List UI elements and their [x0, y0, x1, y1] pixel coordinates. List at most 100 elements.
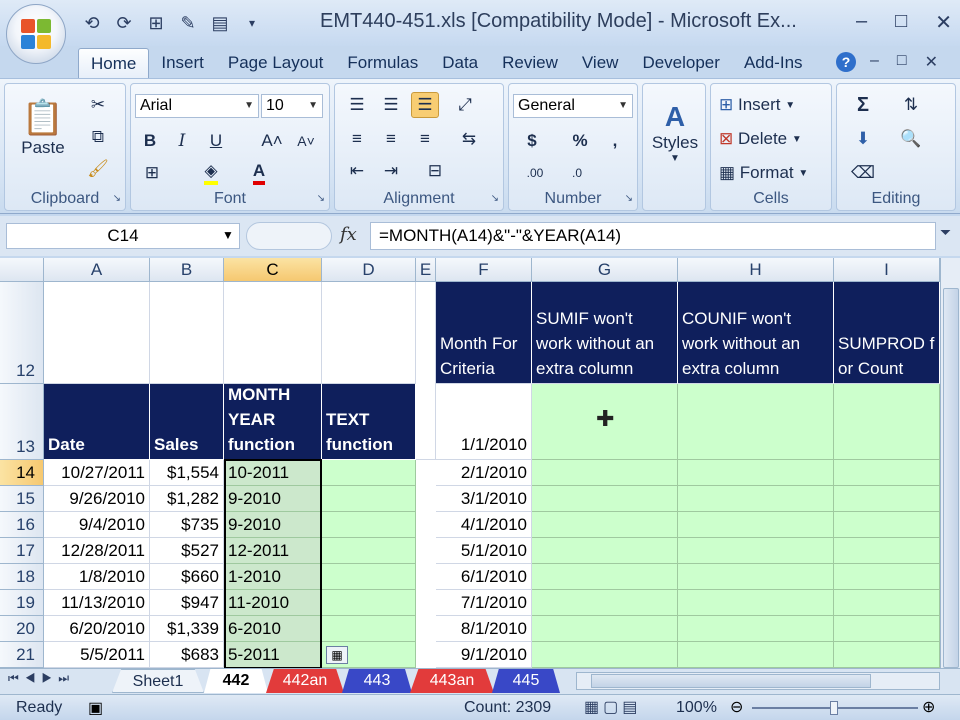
text-function-cell[interactable] — [322, 460, 416, 486]
month-year-cell[interactable]: 6-2010 — [224, 616, 322, 642]
align-middle-icon[interactable]: ☰ — [377, 92, 405, 118]
sumproduct-cell[interactable] — [834, 486, 940, 512]
maximize-button[interactable]: □ — [895, 10, 907, 35]
office-button[interactable] — [6, 4, 66, 64]
criteria-date-cell[interactable]: 6/1/2010 — [436, 564, 532, 590]
criteria-date-cell[interactable]: 7/1/2010 — [436, 590, 532, 616]
format-painter-icon[interactable]: ✎ — [176, 11, 200, 35]
column-header-b[interactable]: B — [150, 258, 224, 282]
cell-b12[interactable] — [150, 282, 224, 384]
hscroll-thumb[interactable] — [591, 674, 871, 688]
countif-cell[interactable] — [678, 590, 834, 616]
row-header-16[interactable]: 16 — [0, 512, 44, 538]
date-cell[interactable]: 9/4/2010 — [44, 512, 150, 538]
countif-cell[interactable] — [678, 512, 834, 538]
tab-review[interactable]: Review — [490, 48, 570, 78]
tab-developer[interactable]: Developer — [630, 48, 732, 78]
sumproduct-cell[interactable] — [834, 616, 940, 642]
expand-formula-icon[interactable]: ⏷ — [940, 224, 951, 241]
countif-cell[interactable] — [678, 564, 834, 590]
countif-cell[interactable] — [678, 616, 834, 642]
cut-icon[interactable]: ✂ — [83, 92, 113, 118]
header-date[interactable]: Date — [44, 384, 150, 460]
zoom-slider-thumb[interactable] — [830, 701, 838, 715]
borders-button[interactable]: ⊞ — [137, 160, 167, 186]
format-cells-button[interactable]: ▦ Format ▼ — [719, 160, 827, 186]
criteria-date-f13[interactable]: 1/1/2010 — [436, 384, 532, 460]
column-header-c[interactable]: C — [224, 258, 322, 282]
sales-cell[interactable]: $947 — [150, 590, 224, 616]
sales-cell[interactable]: $660 — [150, 564, 224, 590]
font-color-button[interactable]: A — [241, 160, 277, 186]
sumproduct-cell[interactable] — [834, 564, 940, 590]
countif-cell[interactable] — [678, 538, 834, 564]
paste-button[interactable]: 📋 Paste — [13, 88, 73, 168]
increase-decimal-button[interactable]: .00 — [517, 160, 553, 186]
row-header-18[interactable]: 18 — [0, 564, 44, 590]
font-size-select[interactable]: 10 ▼ — [261, 94, 323, 118]
borders-icon[interactable]: ⊞ — [144, 11, 168, 35]
form-icon[interactable]: ▤ — [208, 11, 232, 35]
align-right-icon[interactable]: ≡ — [411, 126, 439, 152]
cell-i13[interactable] — [834, 384, 940, 460]
zoom-level[interactable]: 100% — [676, 699, 717, 717]
tab-view[interactable]: View — [570, 48, 631, 78]
styles-button[interactable]: A Styles ▼ — [649, 92, 701, 172]
column-header-i[interactable]: I — [834, 258, 940, 282]
row-header-13[interactable]: 13 — [0, 384, 44, 460]
doc-minimize-button[interactable]: – — [870, 52, 879, 72]
minimize-button[interactable]: – — [856, 10, 867, 35]
cell-d12[interactable] — [322, 282, 416, 384]
sheet-tab-445[interactable]: 445 — [492, 669, 560, 693]
sales-cell[interactable]: $735 — [150, 512, 224, 538]
column-header-f[interactable]: F — [436, 258, 532, 282]
sumproduct-cell[interactable] — [834, 460, 940, 486]
cell-a12[interactable] — [44, 282, 150, 384]
decrease-decimal-button[interactable]: .0 — [559, 160, 595, 186]
header-countif[interactable]: COUNIF won't work without an extra colum… — [678, 282, 834, 384]
clear-icon[interactable]: ⌫ — [843, 160, 883, 186]
text-function-cell[interactable] — [322, 538, 416, 564]
month-year-cell[interactable]: 9-2010 — [224, 512, 322, 538]
countif-cell[interactable] — [678, 642, 834, 668]
worksheet-grid[interactable]: A B C D E F G H I 12 13 14 15 16 17 18 1… — [0, 258, 960, 668]
redo-icon[interactable]: ⟳ — [112, 11, 136, 35]
sumif-cell[interactable] — [532, 616, 678, 642]
align-top-icon[interactable]: ☰ — [343, 92, 371, 118]
customize-qat-icon[interactable]: ▾ — [240, 11, 264, 35]
sumif-cell[interactable] — [532, 590, 678, 616]
formula-input[interactable]: =MONTH(A14)&"-"&YEAR(A14) — [370, 222, 936, 250]
select-all-corner[interactable] — [0, 258, 44, 282]
sumif-cell[interactable] — [532, 486, 678, 512]
find-select-icon[interactable]: 🔍 — [891, 126, 931, 152]
row-header-14[interactable]: 14 — [0, 460, 44, 486]
cell-e12[interactable] — [416, 282, 436, 460]
insert-cells-button[interactable]: ⊞ Insert ▼ — [719, 92, 819, 118]
column-header-g[interactable]: G — [532, 258, 678, 282]
sumproduct-cell[interactable] — [834, 642, 940, 668]
percent-button[interactable]: % — [567, 128, 593, 154]
text-function-cell[interactable] — [322, 616, 416, 642]
macro-record-icon[interactable]: ▣ — [88, 698, 103, 718]
header-sumif[interactable]: SUMIF won't work without an extra column — [532, 282, 678, 384]
sheet-tab-442an[interactable]: 442an — [266, 669, 344, 693]
sumif-cell[interactable] — [532, 512, 678, 538]
sales-cell[interactable]: $527 — [150, 538, 224, 564]
header-month-criteria[interactable]: Month For Criteria — [436, 282, 532, 384]
tab-formulas[interactable]: Formulas — [335, 48, 430, 78]
criteria-date-cell[interactable]: 3/1/2010 — [436, 486, 532, 512]
countif-cell[interactable] — [678, 460, 834, 486]
view-buttons[interactable]: ▦▢▤ — [584, 697, 641, 717]
horizontal-scrollbar[interactable] — [576, 672, 940, 690]
comma-button[interactable]: , — [605, 128, 625, 154]
orientation-icon[interactable]: ⤢ — [449, 92, 481, 118]
dialog-launcher-icon[interactable]: ↘ — [317, 193, 325, 204]
date-cell[interactable]: 1/8/2010 — [44, 564, 150, 590]
text-function-cell[interactable] — [322, 512, 416, 538]
sales-cell[interactable]: $1,339 — [150, 616, 224, 642]
tab-add-ins[interactable]: Add-Ins — [732, 48, 815, 78]
italic-button[interactable]: I — [169, 128, 195, 154]
formula-splitter[interactable] — [246, 222, 332, 250]
doc-restore-button[interactable]: □ — [897, 52, 907, 72]
vertical-scrollbar[interactable] — [940, 258, 960, 668]
